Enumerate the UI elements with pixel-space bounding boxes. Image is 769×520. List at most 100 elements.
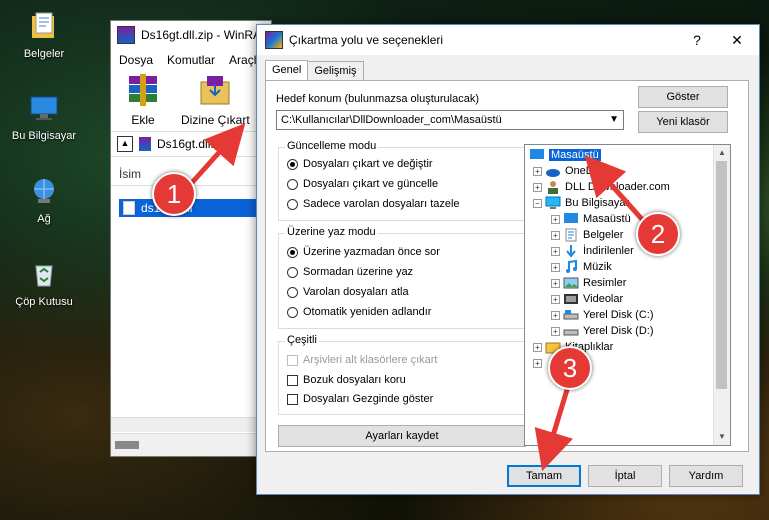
collapse-icon[interactable]: −: [533, 198, 542, 208]
tree-label: İndirilenler: [583, 245, 634, 257]
download-icon: [566, 245, 576, 258]
close-button[interactable]: ✕: [717, 25, 757, 55]
tree-item-more[interactable]: +: [533, 355, 545, 371]
tree-label: Resimler: [583, 277, 627, 289]
help-title-button[interactable]: ?: [677, 25, 717, 55]
tree-item-disk-c[interactable]: + Yerel Disk (C:): [551, 307, 654, 323]
radio-ask-before[interactable]: Üzerine yazmadan önce sor: [287, 246, 440, 258]
up-folder-icon[interactable]: ▲: [117, 136, 133, 152]
expand-icon[interactable]: +: [551, 310, 560, 320]
dialog-titlebar: Çıkartma yolu ve seçenekleri ? ✕: [257, 25, 759, 55]
extract-folder-icon: [200, 76, 230, 105]
menu-komutlar[interactable]: Komutlar: [167, 53, 215, 67]
column-name-label: İsim: [119, 167, 141, 181]
extract-to-label: Dizine Çıkart: [181, 113, 250, 127]
expand-icon[interactable]: +: [551, 230, 560, 240]
tree-item-pictures[interactable]: + Resimler: [551, 275, 626, 291]
archive-add-icon: [129, 74, 157, 106]
tree-item-videos[interactable]: + Videolar: [551, 291, 623, 307]
dest-path-value: C:\Kullanıcılar\DllDownloader_com\Masaüs…: [281, 114, 502, 126]
checkbox-indicator: [287, 374, 298, 386]
option-label: Arşivleri alt klasörlere çıkart: [303, 354, 438, 366]
tree-label: Yerel Disk (D:): [583, 325, 654, 337]
documents-icon: [565, 228, 577, 242]
expand-icon[interactable]: +: [533, 342, 542, 352]
scroll-up-icon[interactable]: ▲: [714, 145, 730, 161]
menu-dosya[interactable]: Dosya: [119, 53, 153, 67]
extract-to-button[interactable]: Dizine Çıkart: [181, 74, 250, 127]
expand-icon[interactable]: +: [533, 182, 542, 192]
tree-label: Masaüstü: [548, 148, 602, 162]
expand-icon[interactable]: +: [551, 214, 560, 224]
drive-icon: [563, 310, 579, 320]
check-show-in-explorer[interactable]: Dosyaları Gezginde göster: [287, 393, 433, 405]
misc-title: Çeşitli: [285, 334, 319, 346]
tree-item-documents[interactable]: + Belgeler: [551, 227, 623, 243]
option-label: Otomatik yeniden adlandır: [303, 306, 432, 318]
file-row[interactable]: ds16gt.dll: [119, 199, 273, 217]
winrar-hscroll[interactable]: [111, 417, 271, 432]
desktop-icon-documents[interactable]: Belgeler: [0, 10, 88, 60]
expand-icon[interactable]: +: [551, 294, 560, 304]
step-badge-3: 3: [548, 346, 592, 390]
update-mode-title: Güncelleme modu: [285, 140, 379, 152]
winrar-titlebar: Ds16gt.dll.zip - WinRAR: [111, 21, 271, 49]
check-keep-broken[interactable]: Bozuk dosyaları koru: [287, 374, 406, 386]
winrar-menubar: Dosya Komutlar Araçlar: [111, 49, 271, 71]
expand-icon[interactable]: +: [551, 326, 560, 336]
folder-tree[interactable]: Masaüstü + OneDrive + DLL Downloader.com…: [524, 144, 731, 446]
desktop-icon-recycle-bin[interactable]: Çöp Kutusu: [0, 258, 88, 308]
radio-freshen-existing[interactable]: Sadece varolan dosyaları tazele: [287, 198, 460, 210]
tab-general[interactable]: Genel: [265, 60, 309, 81]
chevron-down-icon[interactable]: ▼: [609, 114, 619, 125]
desktop-icon-network[interactable]: Ağ: [0, 175, 88, 225]
save-settings-button[interactable]: Ayarları kaydet: [278, 425, 526, 447]
radio-indicator: [287, 306, 298, 318]
checkbox-indicator: [287, 393, 298, 405]
winrar-addressbar: ▲ Ds16gt.dll.zip: [111, 131, 271, 157]
tree-item-this-pc[interactable]: − Bu Bilgisayar: [533, 195, 629, 211]
tree-item-user[interactable]: + DLL Downloader.com: [533, 179, 670, 195]
step-badge-2: 2: [636, 212, 680, 256]
archive-icon: [139, 137, 151, 151]
tree-item-desktop[interactable]: Masaüstü: [529, 147, 602, 163]
tree-label: Bu Bilgisayar: [565, 197, 630, 209]
option-label: Dosyaları Gezginde göster: [303, 393, 434, 405]
expand-icon[interactable]: +: [533, 166, 542, 176]
desktop-icon-computer[interactable]: Bu Bilgisayar: [0, 92, 88, 142]
tree-scrollbar[interactable]: ▲ ▼: [713, 145, 730, 445]
tree-item-music[interactable]: + Müzik: [551, 259, 612, 275]
help-button[interactable]: Yardım: [669, 465, 743, 487]
radio-auto-rename[interactable]: Otomatik yeniden adlandır: [287, 306, 431, 318]
expand-icon[interactable]: +: [551, 278, 560, 288]
scroll-thumb[interactable]: [716, 161, 727, 389]
radio-indicator: [287, 198, 298, 210]
tree-item-disk-d[interactable]: + Yerel Disk (D:): [551, 323, 654, 339]
tree-item-downloads[interactable]: + İndirilenler: [551, 243, 634, 259]
tree-item-onedrive[interactable]: + OneDrive: [533, 163, 611, 179]
new-folder-button[interactable]: Yeni klasör: [638, 111, 728, 133]
ok-button[interactable]: Tamam: [507, 465, 581, 487]
cancel-button[interactable]: İptal: [588, 465, 662, 487]
network-icon: [34, 179, 54, 203]
radio-extract-replace[interactable]: Dosyaları çıkart ve değiştir: [287, 158, 433, 170]
expand-icon[interactable]: +: [551, 246, 560, 256]
show-button[interactable]: Göster: [638, 86, 728, 108]
check-extract-subfolders[interactable]: Arşivleri alt klasörlere çıkart: [287, 354, 437, 366]
dll-file-icon: [123, 201, 135, 215]
radio-extract-update[interactable]: Dosyaları çıkart ve güncelle: [287, 178, 438, 190]
option-label: Bozuk dosyaları koru: [303, 374, 406, 386]
scroll-down-icon[interactable]: ▼: [714, 429, 730, 445]
tree-item-pc-desktop[interactable]: + Masaüstü: [551, 211, 631, 227]
expand-icon[interactable]: +: [551, 262, 560, 272]
dest-path-combo[interactable]: C:\Kullanıcılar\DllDownloader_com\Masaüs…: [276, 110, 624, 130]
radio-indicator: [287, 158, 298, 170]
radio-skip-existing[interactable]: Varolan dosyaları atla: [287, 286, 409, 298]
tab-advanced[interactable]: Gelişmiş: [307, 61, 364, 82]
misc-group: Çeşitli Arşivleri alt klasörlere çıkart …: [278, 334, 526, 415]
add-button[interactable]: Ekle: [123, 74, 163, 127]
pictures-icon: [563, 277, 579, 289]
expand-icon[interactable]: +: [533, 358, 542, 368]
tree-label: Müzik: [583, 261, 612, 273]
radio-overwrite-without[interactable]: Sormadan üzerine yaz: [287, 266, 413, 278]
